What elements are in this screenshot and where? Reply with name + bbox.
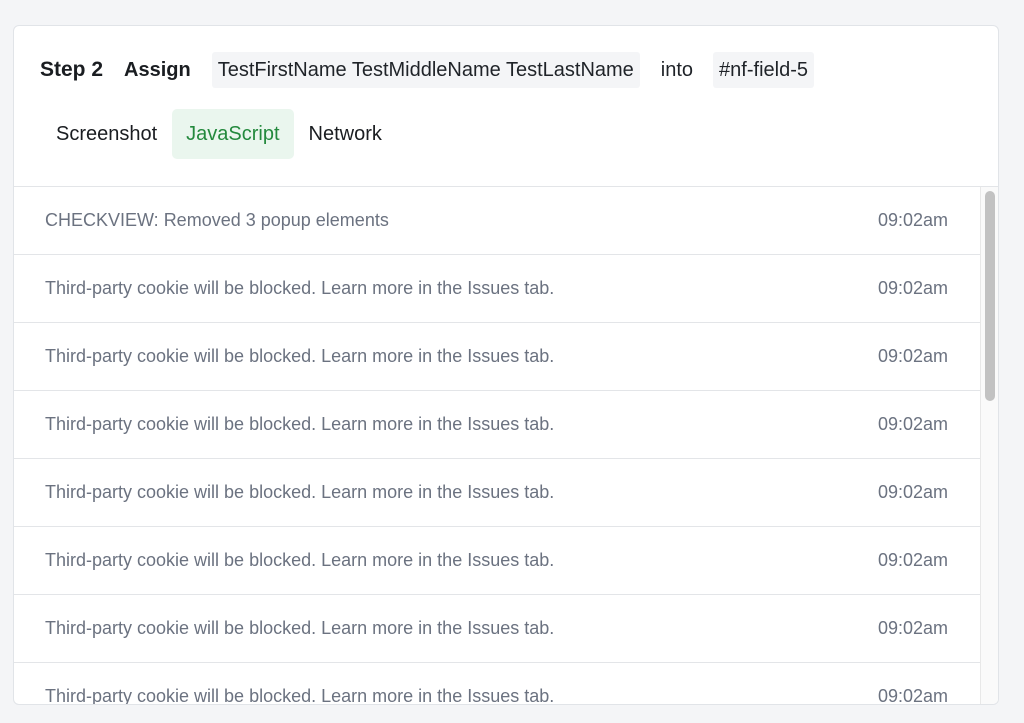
log-row: Third-party cookie will be blocked. Lear…	[14, 663, 980, 705]
log-row: Third-party cookie will be blocked. Lear…	[14, 391, 980, 459]
step-detail-card: Step 2 Assign TestFirstName TestMiddleNa…	[13, 25, 999, 705]
log-row: CHECKVIEW: Removed 3 popup elements 09:0…	[14, 187, 980, 255]
log-message: Third-party cookie will be blocked. Lear…	[45, 550, 555, 570]
log-time: 09:02am	[877, 618, 948, 638]
log-row: Third-party cookie will be blocked. Lear…	[14, 255, 980, 323]
step-header: Step 2 Assign TestFirstName TestMiddleNa…	[14, 26, 998, 187]
log-time: 09:02am	[877, 550, 948, 570]
log-row: Third-party cookie will be blocked. Lear…	[14, 323, 980, 391]
log-scrollbar[interactable]	[980, 187, 998, 704]
log-message: Third-party cookie will be blocked. Lear…	[45, 346, 555, 366]
log-message: Third-party cookie will be blocked. Lear…	[45, 482, 555, 502]
connector-word: into	[660, 58, 694, 81]
console-log-list: CHECKVIEW: Removed 3 popup elements 09:0…	[14, 187, 980, 705]
step-summary: Step 2 Assign TestFirstName TestMiddleNa…	[40, 52, 814, 88]
log-time: 09:02am	[877, 482, 948, 502]
log-message: CHECKVIEW: Removed 3 popup elements	[45, 210, 389, 230]
step-number: Step 2	[40, 58, 104, 81]
log-row: Third-party cookie will be blocked. Lear…	[14, 527, 980, 595]
step-action: Assign	[124, 58, 191, 81]
log-time: 09:02am	[877, 414, 948, 434]
tab-screenshot[interactable]: Screenshot	[42, 109, 171, 159]
log-time: 09:02am	[877, 346, 948, 366]
log-row: Third-party cookie will be blocked. Lear…	[14, 459, 980, 527]
log-time: 09:02am	[877, 686, 948, 705]
log-message: Third-party cookie will be blocked. Lear…	[45, 414, 555, 434]
log-message: Third-party cookie will be blocked. Lear…	[45, 618, 555, 638]
log-message: Third-party cookie will be blocked. Lear…	[45, 278, 555, 298]
log-time: 09:02am	[877, 210, 948, 230]
tab-javascript[interactable]: JavaScript	[172, 109, 294, 159]
tab-bar: Screenshot JavaScript Network	[42, 109, 397, 159]
assigned-value: TestFirstName TestMiddleName TestLastNam…	[211, 52, 640, 88]
target-selector: #nf-field-5	[713, 52, 814, 88]
scrollbar-thumb[interactable]	[985, 191, 995, 401]
tab-network[interactable]: Network	[295, 109, 396, 159]
log-row: Third-party cookie will be blocked. Lear…	[14, 595, 980, 663]
log-time: 09:02am	[877, 278, 948, 298]
log-message: Third-party cookie will be blocked. Lear…	[45, 686, 555, 705]
